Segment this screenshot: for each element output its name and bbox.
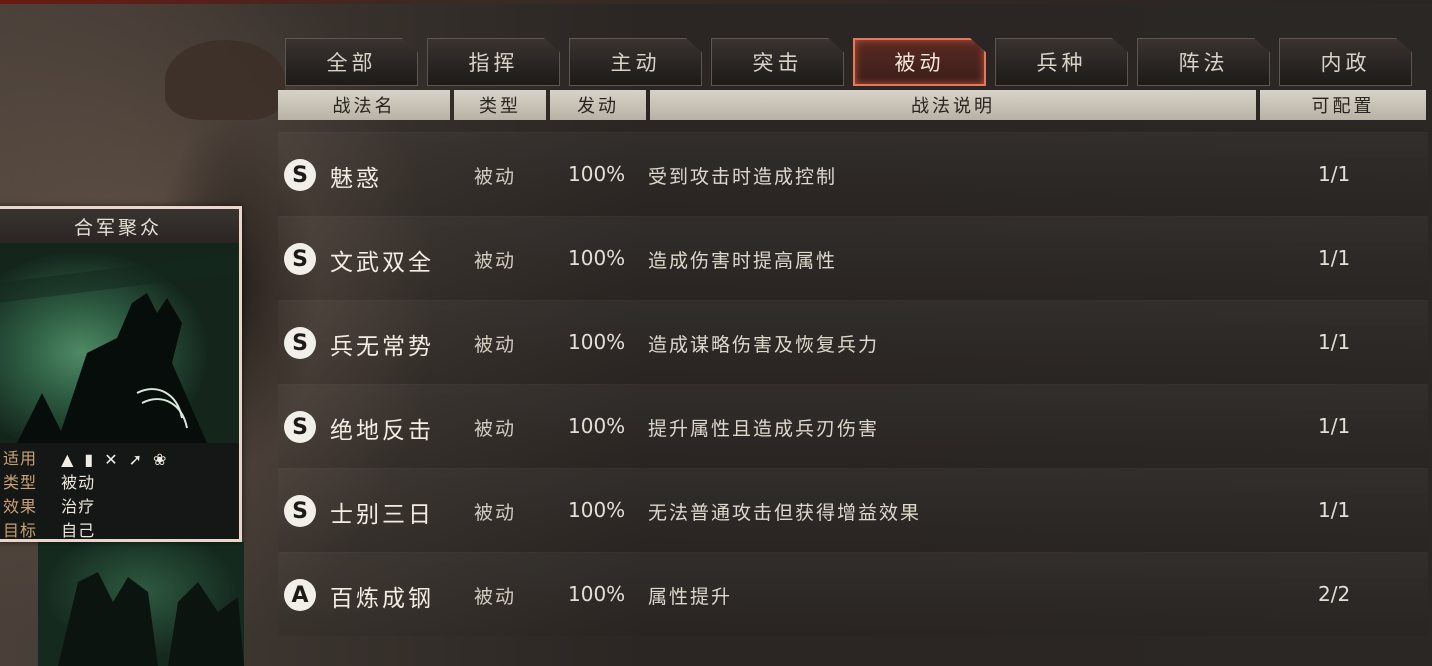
tactic-name: 绝地反击 (330, 418, 434, 444)
tab-command[interactable]: 指挥 (427, 38, 560, 86)
tab-command-label: 指挥 (468, 51, 519, 75)
table-row[interactable]: S 兵无常势 被动 100% 造成谋略伤害及恢复兵力 1/1 (278, 300, 1428, 384)
tactic-type: 被动 (474, 166, 517, 188)
grade-badge: S (284, 159, 316, 191)
tab-internal-label: 内政 (1320, 51, 1371, 75)
bow-icon: ✕ (104, 450, 119, 469)
tactic-description: 属性提升 (648, 586, 733, 608)
tactic-config-count: 1/1 (1318, 414, 1351, 438)
tab-active[interactable]: 主动 (569, 38, 702, 86)
tab-active-label: 主动 (610, 51, 661, 75)
info-target-row: 目标 自己 (3, 517, 96, 540)
tactic-description: 造成伤害时提高属性 (648, 250, 838, 272)
spear-icon: ➚ (128, 450, 144, 469)
tactic-rate: 100% (568, 582, 626, 606)
info-type-row: 类型 被动 (3, 469, 96, 492)
grade-badge: A (284, 579, 316, 611)
header-trigger[interactable]: 发动 (550, 90, 646, 120)
card-title: 合军聚众 (0, 209, 239, 243)
tactic-detail-card[interactable]: 合军聚众 适用 ▲ ▮ ✕ ➚ ❀ 类型 被动 效果 治疗 目标 自己 (0, 206, 242, 542)
card-art-silhouette (0, 253, 239, 443)
tab-troop[interactable]: 兵种 (995, 38, 1128, 86)
background-figure-hat (165, 40, 285, 120)
tactic-type: 被动 (474, 250, 517, 272)
tactic-name: 士别三日 (330, 502, 434, 528)
tactic-description: 造成谋略伤害及恢复兵力 (648, 334, 880, 356)
card-info-panel: 适用 ▲ ▮ ✕ ➚ ❀ 类型 被动 效果 治疗 目标 自己 (0, 443, 239, 540)
tactic-config-count: 1/1 (1318, 498, 1351, 522)
header-type[interactable]: 类型 (454, 90, 546, 120)
tactic-name: 兵无常势 (330, 334, 434, 360)
tactic-rate: 100% (568, 162, 626, 186)
table-row[interactable]: S 魅惑 被动 100% 受到攻击时造成控制 1/1 (278, 132, 1428, 216)
table-row[interactable]: S 士别三日 被动 100% 无法普通攻击但获得增益效果 1/1 (278, 468, 1428, 552)
tactic-rate: 100% (568, 330, 626, 354)
game-background: 全部 指挥 主动 突击 被动 兵种 阵法 内政 战法名 类型 发动 战法说明 可… (0, 0, 1432, 666)
info-effect-row: 效果 治疗 (3, 493, 96, 516)
tactic-config-count: 1/1 (1318, 246, 1351, 270)
cavalry-icon: ▲ (61, 450, 75, 469)
tactic-config-count: 1/1 (1318, 162, 1351, 186)
info-apply-row: 适用 ▲ ▮ ✕ ➚ ❀ (3, 445, 167, 469)
tab-all[interactable]: 全部 (285, 38, 418, 86)
secondary-card-art (38, 542, 244, 666)
tactic-type: 被动 (474, 334, 517, 356)
top-accent-bar (0, 0, 1432, 4)
tab-assault-label: 突击 (752, 51, 803, 75)
tab-passive[interactable]: 被动 (853, 38, 986, 86)
tactic-rate: 100% (568, 246, 626, 270)
tactic-description: 无法普通攻击但获得增益效果 (648, 502, 922, 524)
tactic-rate: 100% (568, 498, 626, 522)
tab-formation-label: 阵法 (1178, 51, 1229, 75)
tactic-config-count: 2/2 (1318, 582, 1351, 606)
tab-all-label: 全部 (326, 51, 377, 75)
tactic-description: 提升属性且造成兵刃伤害 (648, 418, 880, 440)
tactic-config-count: 1/1 (1318, 330, 1351, 354)
header-description: 战法说明 (650, 90, 1256, 120)
wheel-icon: ❀ (153, 450, 168, 469)
table-row[interactable]: A 百炼成钢 被动 100% 属性提升 2/2 (278, 552, 1428, 636)
tab-assault[interactable]: 突击 (711, 38, 844, 86)
tab-troop-label: 兵种 (1036, 51, 1087, 75)
category-tabs: 全部 指挥 主动 突击 被动 兵种 阵法 内政 (285, 38, 1415, 86)
info-target-label: 目标 (3, 521, 38, 540)
tab-formation[interactable]: 阵法 (1137, 38, 1270, 86)
grade-badge: S (284, 495, 316, 527)
tab-internal[interactable]: 内政 (1279, 38, 1412, 86)
tactic-description: 受到攻击时造成控制 (648, 166, 838, 188)
tactic-type: 被动 (474, 418, 517, 440)
info-target-value: 自己 (61, 521, 96, 540)
header-name[interactable]: 战法名 (278, 90, 450, 120)
table-row[interactable]: S 绝地反击 被动 100% 提升属性且造成兵刃伤害 1/1 (278, 384, 1428, 468)
tactic-rate: 100% (568, 414, 626, 438)
tactic-type: 被动 (474, 586, 517, 608)
info-type-value: 被动 (61, 473, 96, 492)
card-illustration (0, 243, 239, 443)
tab-passive-label: 被动 (894, 51, 945, 75)
info-apply-label: 适用 (3, 449, 38, 468)
info-effect-value: 治疗 (61, 497, 96, 516)
table-header: 战法名 类型 发动 战法说明 可配置 (278, 90, 1428, 120)
grade-badge: S (284, 243, 316, 275)
grade-badge: S (284, 411, 316, 443)
tactic-name: 百炼成钢 (330, 586, 434, 612)
soldiers-silhouette (58, 572, 244, 666)
troop-icons: ▲ ▮ ✕ ➚ ❀ (61, 450, 167, 469)
grade-badge: S (284, 327, 316, 359)
tactic-name: 魅惑 (330, 166, 382, 192)
shield-icon: ▮ (84, 450, 95, 469)
header-config[interactable]: 可配置 (1260, 90, 1426, 120)
tactic-name: 文武双全 (330, 250, 434, 276)
info-effect-label: 效果 (3, 497, 38, 516)
tactic-type: 被动 (474, 502, 517, 524)
table-row[interactable]: S 文武双全 被动 100% 造成伤害时提高属性 1/1 (278, 216, 1428, 300)
info-type-label: 类型 (3, 473, 38, 492)
